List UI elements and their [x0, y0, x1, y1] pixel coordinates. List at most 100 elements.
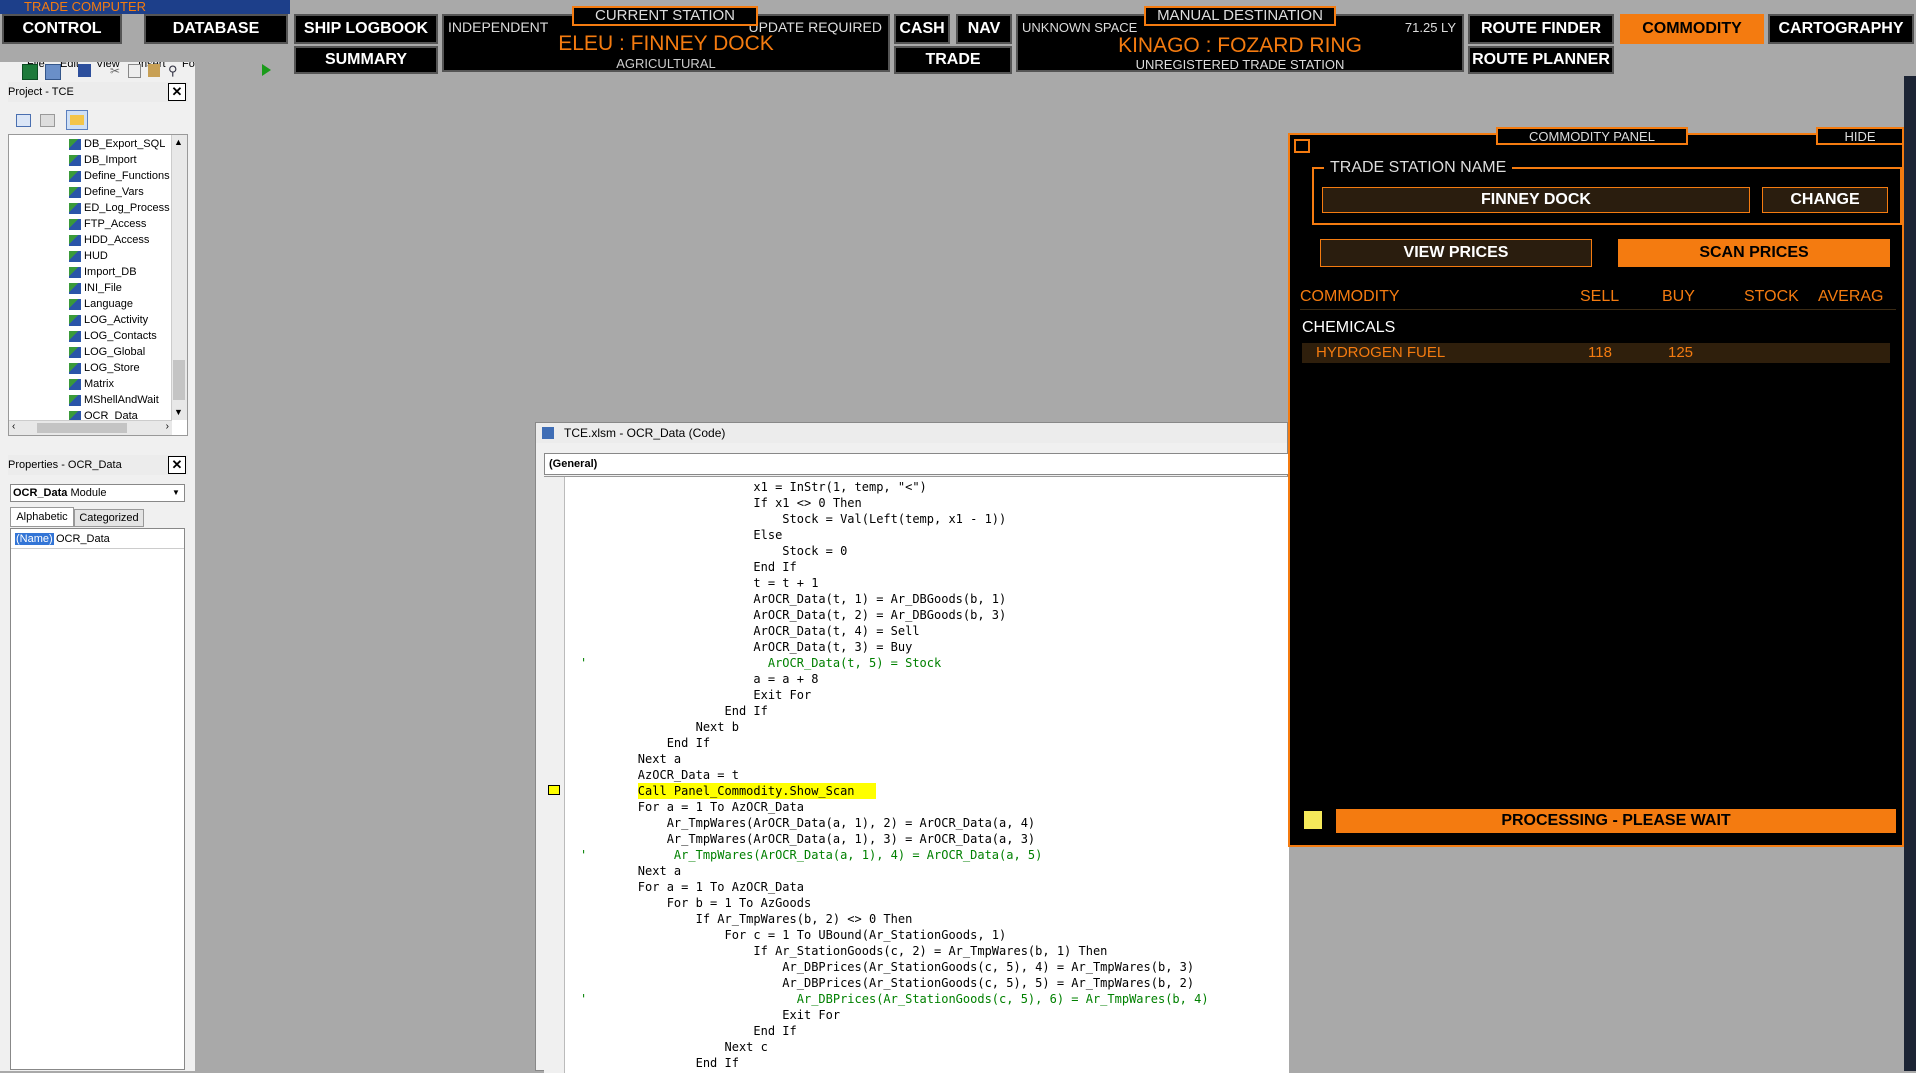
trade-station-label: TRADE STATION NAME [1324, 159, 1513, 177]
col-stock[interactable]: STOCK [1744, 288, 1799, 306]
code-line[interactable]: Stock = Val(Left(temp, x1 - 1)) [580, 511, 1006, 527]
route-finder-button[interactable]: ROUTE FINDER [1468, 14, 1614, 44]
table-row[interactable]: HYDROGEN FUEL 118 125 [1302, 343, 1890, 363]
code-line[interactable]: Stock = 0 [580, 543, 847, 559]
code-line[interactable]: Exit For [580, 687, 811, 703]
code-line[interactable]: ArOCR_Data(t, 3) = Buy [580, 639, 912, 655]
list-item[interactable]: LOG_Store [84, 361, 140, 376]
code-line[interactable]: Next b [580, 719, 739, 735]
code-line[interactable]: End If [580, 1055, 739, 1071]
route-planner-button[interactable]: ROUTE PLANNER [1468, 46, 1614, 74]
list-item[interactable]: LOG_Contacts [84, 329, 157, 344]
code-line[interactable]: ' ArOCR_Data(t, 5) = Stock [580, 655, 941, 671]
code-line[interactable]: a = a + 8 [580, 671, 818, 687]
code-line[interactable]: Next c [580, 1039, 767, 1055]
code-line[interactable]: ' Ar_TmpWares(ArOCR_Data(a, 1), 4) = ArO… [580, 847, 1042, 863]
list-item[interactable]: Import_DB [84, 265, 137, 280]
list-item[interactable]: ED_Log_Process [84, 201, 170, 216]
code-line[interactable]: End If [580, 703, 767, 719]
col-commodity[interactable]: COMMODITY [1300, 288, 1400, 306]
code-line[interactable]: Call Panel_Commodity.Show_Scan [580, 783, 855, 799]
code-line[interactable]: ArOCR_Data(t, 4) = Sell [580, 623, 919, 639]
tree-hscrollbar[interactable]: ‹ › [9, 420, 172, 435]
code-line[interactable]: Next a [580, 863, 681, 879]
list-item[interactable]: Language [84, 297, 133, 312]
properties-grid[interactable]: (Name) OCR_Data [10, 528, 185, 1070]
code-window-titlebar: TCE.xlsm - OCR_Data (Code) [536, 423, 1287, 443]
list-item[interactable]: LOG_Activity [84, 313, 148, 328]
code-line[interactable]: Else [580, 527, 782, 543]
cash-button[interactable]: CASH [894, 14, 950, 44]
close-icon[interactable]: ✕ [168, 456, 186, 474]
tree-scrollbar[interactable]: ▲ ▼ [171, 135, 187, 420]
code-line[interactable]: ArOCR_Data(t, 1) = Ar_DBGoods(b, 1) [580, 591, 1006, 607]
chevron-down-icon[interactable]: ▼ [169, 485, 183, 499]
view-prices-button[interactable]: VIEW PRICES [1320, 239, 1592, 267]
properties-pane-title: Properties - OCR_Data ✕ [8, 455, 188, 475]
code-line[interactable]: Ar_TmpWares(ArOCR_Data(a, 1), 2) = ArOCR… [580, 815, 1035, 831]
view-code-icon[interactable] [16, 114, 31, 127]
commodity-button[interactable]: COMMODITY [1620, 14, 1764, 44]
control-button[interactable]: CONTROL [2, 14, 122, 44]
nav-button[interactable]: NAV [956, 14, 1012, 44]
code-line[interactable]: Ar_DBPrices(Ar_StationGoods(c, 5), 5) = … [580, 975, 1194, 991]
col-average[interactable]: AVERAG [1818, 288, 1884, 306]
code-line[interactable]: x1 = InStr(1, temp, "<") [580, 479, 926, 495]
summary-button[interactable]: SUMMARY [294, 46, 438, 74]
code-editor[interactable]: x1 = InStr(1, temp, "<") If x1 <> 0 Then… [544, 476, 1289, 1073]
col-buy[interactable]: BUY [1662, 288, 1695, 306]
cartography-button[interactable]: CARTOGRAPHY [1768, 14, 1914, 44]
list-item[interactable]: LOG_Global [84, 345, 145, 360]
code-line[interactable]: For a = 1 To AzOCR_Data [580, 799, 804, 815]
trade-button[interactable]: TRADE [894, 46, 1012, 74]
code-line[interactable]: For b = 1 To AzGoods [580, 895, 812, 911]
tab-categorized[interactable]: Categorized [74, 509, 144, 527]
list-item[interactable]: HDD_Access [84, 233, 149, 248]
list-item[interactable]: DB_Export_SQL [84, 137, 165, 152]
property-name-value[interactable]: OCR_Data [56, 533, 110, 545]
list-item[interactable]: INI_File [84, 281, 122, 296]
list-item[interactable]: DB_Import [84, 153, 137, 168]
database-button[interactable]: DATABASE [144, 14, 288, 44]
code-line[interactable]: ' Ar_DBPrices(Ar_StationGoods(c, 5), 6) … [580, 991, 1209, 1007]
code-line[interactable]: For c = 1 To UBound(Ar_StationGoods, 1) [580, 927, 1006, 943]
code-line[interactable]: ArOCR_Data(t, 2) = Ar_DBGoods(b, 3) [580, 607, 1006, 623]
object-selector[interactable]: OCR_Data Module ▼ [10, 484, 185, 502]
list-item[interactable]: Define_Vars [84, 185, 144, 200]
tab-alphabetic[interactable]: Alphabetic [10, 507, 74, 527]
list-item[interactable]: FTP_Access [84, 217, 146, 232]
view-object-icon[interactable] [40, 114, 55, 127]
code-line[interactable]: If Ar_StationGoods(c, 2) = Ar_TmpWares(b… [580, 943, 1107, 959]
scan-prices-button[interactable]: SCAN PRICES [1618, 239, 1890, 267]
code-window[interactable]: TCE.xlsm - OCR_Data (Code) (General) x1 … [535, 422, 1291, 1073]
code-line[interactable]: Ar_DBPrices(Ar_StationGoods(c, 5), 4) = … [580, 959, 1194, 975]
destination-distance: 71.25 LY [1404, 20, 1456, 35]
code-line[interactable]: If Ar_TmpWares(b, 2) <> 0 Then [580, 911, 913, 927]
module-icon [69, 139, 81, 150]
code-line[interactable]: Ar_TmpWares(ArOCR_Data(a, 1), 3) = ArOCR… [580, 831, 1035, 847]
code-line[interactable]: AzOCR_Data = t [580, 767, 739, 783]
code-line[interactable]: t = t + 1 [580, 575, 818, 591]
list-item[interactable]: Matrix [84, 377, 114, 392]
station-name-field[interactable]: FINNEY DOCK [1322, 187, 1750, 213]
list-item[interactable]: HUD [84, 249, 108, 264]
col-sell[interactable]: SELL [1580, 288, 1619, 306]
toggle-folders-icon[interactable] [66, 110, 88, 130]
change-button[interactable]: CHANGE [1762, 187, 1888, 213]
close-icon[interactable]: ✕ [168, 83, 186, 101]
code-line[interactable]: End If [580, 735, 710, 751]
ship-logbook-button[interactable]: SHIP LOGBOOK [294, 14, 438, 44]
destination-type: UNREGISTERED TRADE STATION [1135, 57, 1345, 72]
scope-dropdown[interactable]: (General) [544, 453, 1291, 475]
code-line[interactable]: If x1 <> 0 Then [580, 495, 861, 511]
code-line[interactable]: Exit For [580, 1007, 840, 1023]
list-item[interactable]: MShellAndWait [84, 393, 159, 408]
code-line[interactable]: For a = 1 To AzOCR_Data [580, 879, 804, 895]
hide-button[interactable]: HIDE [1816, 127, 1904, 145]
code-line[interactable]: End If [580, 559, 796, 575]
project-tree[interactable]: DB_Export_SQL DB_Import Define_Functions De… [8, 134, 188, 436]
code-line[interactable]: End If [580, 1023, 796, 1039]
code-line[interactable]: Next a [580, 751, 681, 767]
list-item[interactable]: Define_Functions [84, 169, 170, 184]
scrollbar-thumb[interactable] [173, 360, 185, 400]
